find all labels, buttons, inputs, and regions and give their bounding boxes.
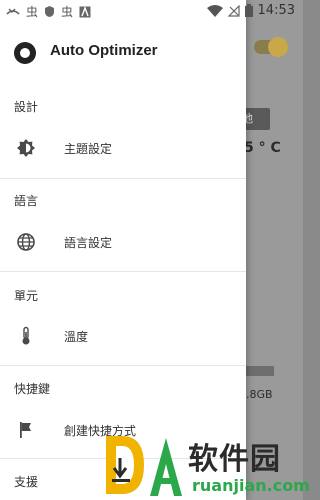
section-label-language: 語言 (14, 194, 39, 208)
globe-icon (17, 233, 35, 251)
shield-icon (45, 6, 55, 17)
status-time: 14:53 (257, 3, 295, 18)
divider (0, 365, 246, 366)
drawer-item-label: 主題設定 (64, 142, 113, 156)
watermark-text: 软件园 (188, 442, 281, 477)
status-bar: 虫 虫 14:53 (0, 0, 303, 22)
brightness-icon (17, 139, 35, 157)
drawer-item-label: 溫度 (64, 330, 89, 344)
wifi-icon (206, 4, 223, 17)
bug-icon: 虫 (26, 5, 39, 19)
drawer-item-label: 語言設定 (64, 236, 113, 250)
watermark-domain: ruanjian.com (192, 476, 310, 495)
notification-a-icon (79, 5, 91, 17)
section-label-support: 支援 (14, 475, 39, 489)
drawer-item-language-settings[interactable]: 語言設定 (0, 222, 246, 262)
site-watermark: 软件园 ruanjian.com (104, 432, 310, 500)
watermark-logo-icon (106, 436, 144, 494)
background-storage-bar (244, 366, 274, 376)
background-storage-text: .8GB (246, 388, 273, 401)
section-label-shortcuts: 快捷鍵 (14, 382, 51, 396)
drawer-item-temperature[interactable]: 溫度 (0, 316, 246, 356)
section-label-design: 設計 (14, 100, 39, 114)
divider (0, 271, 246, 272)
no-signal-icon (227, 4, 240, 17)
missed-call-icon (6, 8, 20, 15)
battery-icon (244, 4, 253, 17)
app-logo-icon (14, 42, 36, 64)
bug-icon-2: 虫 (61, 5, 74, 19)
background-toggle-knob (268, 37, 288, 57)
flag-icon (20, 422, 31, 438)
section-label-units: 單元 (14, 289, 39, 303)
app-title: Auto Optimizer (50, 42, 158, 59)
drawer-header: Auto Optimizer (0, 30, 246, 74)
divider (0, 178, 246, 179)
background-temperature: 5 ° C (244, 140, 281, 156)
drawer-item-theme-settings[interactable]: 主題設定 (0, 128, 246, 168)
navigation-drawer: Auto Optimizer 設計 主題設定 語言 語言設定 單元 溫度 快捷鍵 (0, 0, 246, 500)
watermark-a-icon (150, 438, 182, 496)
thermometer-icon (22, 326, 30, 345)
